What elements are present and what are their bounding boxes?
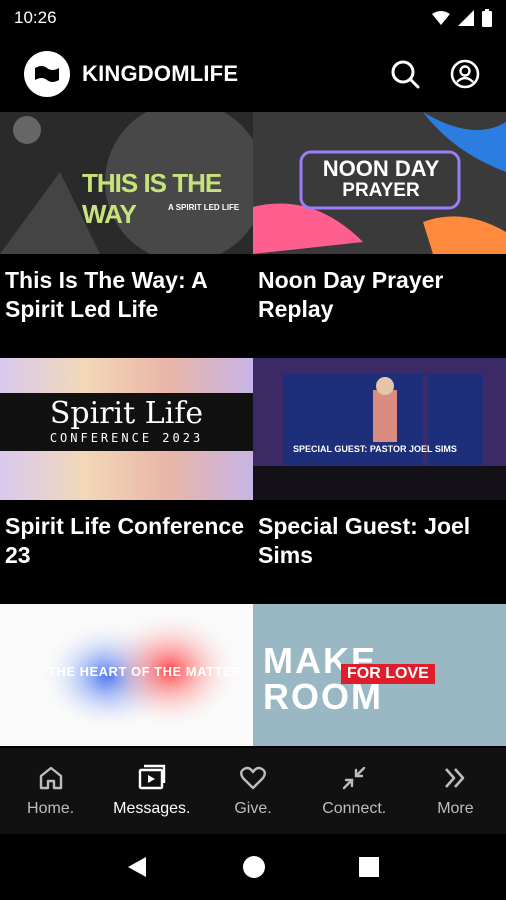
message-thumbnail: NOON DAY PRAYER	[253, 112, 506, 254]
app-bar: KINGDOMLIFE	[0, 36, 506, 112]
nav-home[interactable]: Home.	[0, 748, 101, 834]
message-thumbnail: THIS IS THE WAY A SPIRIT LED LIFE	[0, 112, 253, 254]
message-title: Noon Day Prayer Replay	[258, 267, 444, 322]
app-logo[interactable]	[24, 51, 70, 97]
message-title: Special Guest: Joel Sims	[258, 513, 471, 568]
thumbnail-main-text: THIS IS THE WAY	[82, 168, 222, 229]
thumbnail-main-text: SPECIAL GUEST: PASTOR JOEL SIMS	[293, 444, 457, 454]
nav-connect[interactable]: Connect.	[304, 748, 405, 834]
message-thumbnail: THE HEART OF THE MATTER	[0, 604, 253, 746]
connect-icon	[343, 766, 366, 790]
nav-give[interactable]: Give.	[202, 748, 303, 834]
system-navigation-bar	[0, 834, 506, 900]
thumbnail-main-text: Spirit Life	[49, 396, 204, 431]
status-bar: 10:26	[0, 0, 506, 36]
home-icon	[39, 766, 62, 790]
thumbnail-sub-text: CONFERENCE 2023	[49, 431, 204, 445]
message-title: This Is The Way: A Spirit Led Life	[5, 267, 207, 322]
bottom-navigation: Home. Messages. Give. Connect. More	[0, 748, 506, 834]
chevrons-right-icon	[445, 768, 465, 788]
signal-icon	[458, 10, 474, 26]
message-thumbnail: MAKE ROOM FOR LOVE	[253, 604, 506, 746]
recents-icon[interactable]	[358, 856, 380, 878]
wifi-icon	[432, 11, 450, 25]
heart-icon	[240, 766, 266, 790]
account-button[interactable]	[448, 57, 482, 91]
message-title: Spirit Life Conference 23	[5, 513, 244, 568]
message-thumbnail: Spirit Life CONFERENCE 2023	[0, 358, 253, 500]
status-time: 10:26	[14, 8, 57, 27]
battery-icon	[482, 9, 492, 27]
message-card[interactable]: NOON DAY PRAYER Noon Day Prayer Replay	[253, 112, 506, 324]
message-card[interactable]: THE HEART OF THE MATTER	[0, 604, 253, 758]
thumbnail-sub-text: A SPIRIT LED LIFE	[168, 203, 240, 212]
search-icon	[391, 60, 420, 89]
thumbnail-tag: FOR LOVE	[341, 664, 435, 684]
message-card[interactable]: THIS IS THE WAY A SPIRIT LED LIFE This I…	[0, 112, 253, 324]
message-card[interactable]: SPECIAL GUEST: PASTOR JOEL SIMS Special …	[253, 358, 506, 570]
nav-home-label: Home.	[27, 800, 75, 817]
message-thumbnail: SPECIAL GUEST: PASTOR JOEL SIMS	[253, 358, 506, 500]
search-button[interactable]	[388, 57, 422, 91]
messages-icon	[138, 764, 165, 790]
app-title: KINGDOMLIFE	[82, 61, 239, 86]
message-card[interactable]: Spirit Life CONFERENCE 2023 Spirit Life …	[0, 358, 253, 570]
nav-give-label: Give.	[234, 800, 272, 817]
nav-connect-label: Connect.	[322, 800, 387, 817]
thumbnail-art	[253, 374, 506, 500]
thumbnail-main-text: NOON DAY	[322, 156, 440, 181]
nav-messages-label: Messages.	[113, 800, 191, 817]
nav-more[interactable]: More	[405, 748, 506, 834]
thumbnail-main-text: THE HEART OF THE MATTER	[48, 664, 242, 679]
home-circle-icon[interactable]	[242, 855, 266, 879]
message-card[interactable]: MAKE ROOM FOR LOVE	[253, 604, 506, 758]
nav-more-label: More	[437, 800, 474, 817]
thumbnail-sub-text: PRAYER	[342, 180, 420, 201]
nav-messages[interactable]: Messages.	[101, 748, 202, 834]
logo-flag-icon	[35, 66, 59, 82]
back-icon[interactable]	[126, 855, 150, 879]
account-icon	[450, 59, 480, 89]
